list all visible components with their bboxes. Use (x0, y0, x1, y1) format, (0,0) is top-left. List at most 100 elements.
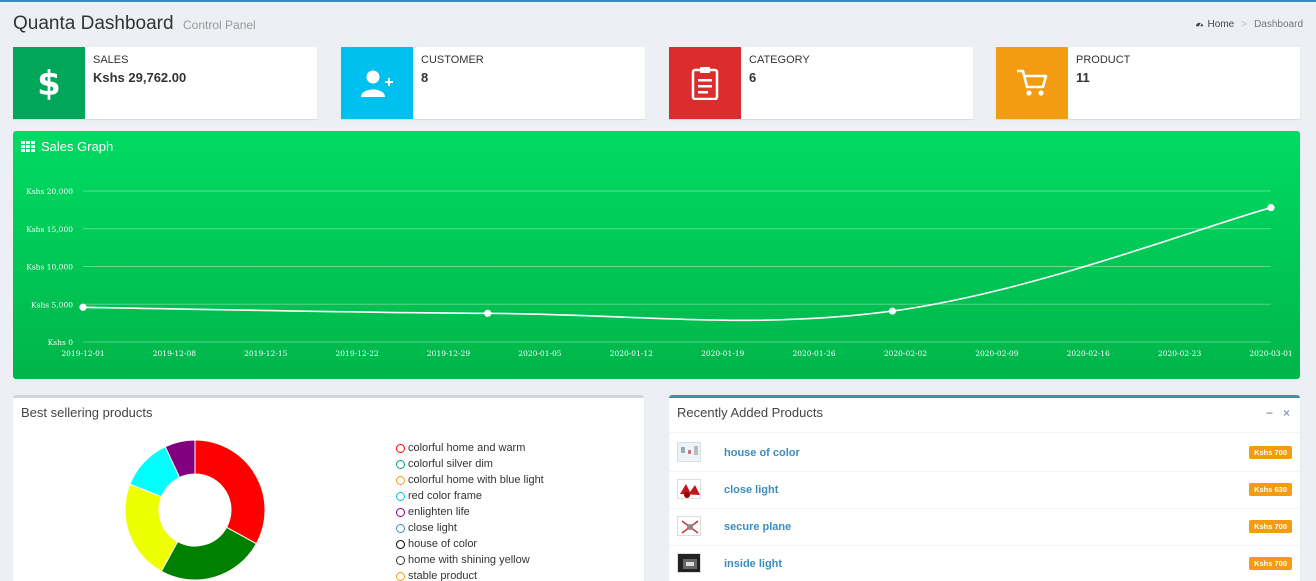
x-tick-label: 2019-12-22 (336, 349, 379, 358)
x-tick-label: 2020-01-26 (792, 349, 835, 358)
legend-item: colorful home with blue light (396, 472, 544, 488)
legend-item: house of color (396, 536, 544, 552)
legend-item: enlighten life (396, 504, 544, 520)
info-box-product: PRODUCT 11 (996, 47, 1300, 119)
svg-text:$: $ (37, 65, 61, 101)
info-box-icon-bg (669, 47, 741, 119)
price-badge: Kshs 700 (1249, 557, 1292, 570)
recent-products-panel: Recently Added Products − × house of col… (669, 395, 1300, 581)
info-box-category: CATEGORY 6 (669, 47, 973, 119)
info-box-label: SALES (93, 54, 129, 66)
panel-title: Recently Added Products (677, 405, 823, 420)
breadcrumb-separator: > (1241, 19, 1248, 30)
info-box-label: CUSTOMER (421, 54, 484, 66)
list-item: secure plane Kshs 700 (669, 509, 1300, 546)
panel-divider (669, 432, 1300, 433)
sales-line-chart: Kshs 0 Kshs 5,000 Kshs 10,000 Kshs 15,000 Ks… (26, 187, 1292, 358)
minimize-button[interactable]: − (1266, 406, 1273, 420)
legend-item: colorful silver dim (396, 456, 544, 472)
legend-item: colorful home and warm (396, 440, 544, 456)
price-badge: Kshs 630 (1249, 483, 1292, 496)
info-box-icon-bg (341, 47, 413, 119)
y-tick-label: Kshs 5,000 (31, 300, 73, 309)
price-badge: Kshs 700 (1249, 446, 1292, 459)
legend-circle-icon (396, 571, 405, 581)
info-box-icon-bg (996, 47, 1068, 119)
x-tick-label: 2020-02-09 (975, 349, 1018, 358)
breadcrumb-current: Dashboard (1254, 19, 1303, 30)
donut-slice (194, 439, 266, 545)
graph-title: Sales Graph (41, 139, 114, 154)
x-tick-label: 2020-02-23 (1158, 349, 1201, 358)
donut-legend: colorful home and warm colorful silver di… (396, 440, 544, 581)
close-button[interactable]: × (1283, 406, 1290, 420)
legend-label: home with shining yellow (408, 554, 530, 566)
panel-tools: − × (1266, 406, 1290, 420)
info-box-value: 11 (1076, 70, 1090, 85)
dashboard-icon (1195, 22, 1203, 27)
legend-circle-icon (396, 491, 405, 501)
panel-title: Best sellering products (21, 405, 153, 420)
product-name-link[interactable]: house of color (724, 447, 800, 459)
user-add-icon (361, 70, 393, 97)
legend-item: close light (396, 520, 544, 536)
x-tick-label: 2020-02-16 (1067, 349, 1110, 358)
legend-label: enlighten life (408, 506, 470, 518)
product-name-link[interactable]: inside light (724, 558, 782, 570)
x-tick-label: 2019-12-08 (153, 349, 196, 358)
product-name-link[interactable]: close light (724, 484, 778, 496)
list-item: house of color Kshs 700 (669, 435, 1300, 472)
x-tick-label: 2019-12-29 (427, 349, 470, 358)
legend-circle-icon (396, 459, 405, 469)
legend-label: house of color (408, 538, 478, 550)
x-tick-label: 2020-03-01 (1249, 349, 1292, 358)
breadcrumb: Home > Dashboard (1195, 19, 1303, 30)
page-subtitle: Control Panel (183, 18, 256, 32)
x-tick-label: 2020-01-19 (701, 349, 744, 358)
legend-item: red color frame (396, 488, 544, 504)
info-box-label: CATEGORY (749, 54, 810, 66)
donut-chart (124, 439, 266, 581)
data-point (79, 303, 87, 311)
legend-item: stable product (396, 568, 544, 581)
y-tick-label: Kshs 20,000 (26, 187, 73, 196)
x-tick-label: 2020-02-02 (884, 349, 927, 358)
sales-graph-box: Kshs 0 Kshs 5,000 Kshs 10,000 Kshs 15,000 Ks… (13, 131, 1300, 379)
legend-circle-icon (396, 475, 405, 485)
product-image (677, 553, 701, 573)
page-header: Quanta Dashboard Control Panel Home > Da… (13, 13, 1303, 39)
x-tick-label: 2019-12-15 (244, 349, 287, 358)
legend-circle-icon (396, 443, 405, 453)
list-item: close light Kshs 630 (669, 472, 1300, 509)
page-title: Quanta Dashboard (13, 13, 174, 34)
info-box-sales: $ SALES Kshs 29,762.00 (13, 47, 317, 119)
product-image (677, 442, 701, 462)
legend-circle-icon (396, 539, 405, 549)
best-selling-panel: Best sellering products colorful home an… (13, 395, 644, 581)
product-name-link[interactable]: secure plane (724, 521, 791, 533)
legend-item: home with shining yellow (396, 552, 544, 568)
legend-label: colorful silver dim (408, 458, 493, 470)
price-badge: Kshs 700 (1249, 520, 1292, 533)
y-tick-label: Kshs 10,000 (26, 263, 73, 272)
series-line (82, 206, 1272, 322)
product-list: house of color Kshs 700 close light Kshs… (669, 435, 1300, 581)
legend-label: colorful home and warm (408, 442, 526, 454)
product-image (677, 479, 701, 499)
top-accent-line (0, 0, 1316, 2)
legend-circle-icon (396, 555, 405, 565)
list-item: inside light Kshs 700 (669, 546, 1300, 581)
y-tick-label: Kshs 0 (48, 338, 74, 347)
info-box-customer: CUSTOMER 8 (341, 47, 645, 119)
dollar-icon: $ (37, 65, 61, 101)
info-box-icon-bg: $ (13, 47, 85, 119)
legend-label: colorful home with blue light (408, 474, 544, 486)
grid-icon (21, 141, 35, 152)
product-image (677, 516, 701, 536)
breadcrumb-home[interactable]: Home (1208, 19, 1235, 30)
clipboard-icon (691, 67, 719, 100)
legend-circle-icon (396, 523, 405, 533)
legend-circle-icon (396, 507, 405, 517)
info-box-label: PRODUCT (1076, 54, 1131, 66)
legend-label: red color frame (408, 490, 482, 502)
